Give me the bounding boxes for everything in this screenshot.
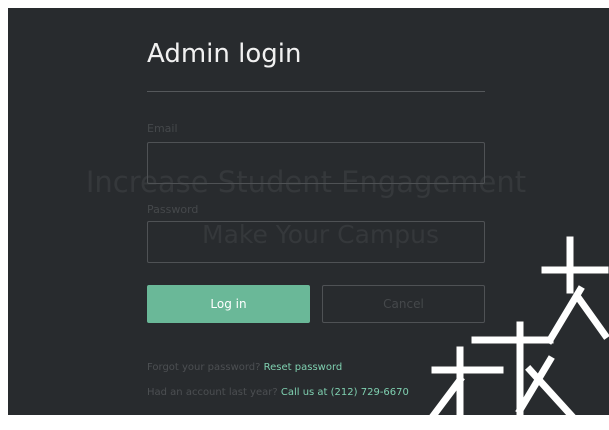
title-divider xyxy=(147,91,485,92)
email-label: Email xyxy=(147,122,178,135)
call-us-link[interactable]: Call us at (212) 729-6670 xyxy=(281,387,409,398)
reset-password-link[interactable]: Reset password xyxy=(264,362,343,373)
app-screen: Increase Student Engagement Make Your Ca… xyxy=(8,8,609,415)
forgot-password-text: Forgot your password? xyxy=(147,362,261,373)
account-help-text: Had an account last year? xyxy=(147,387,278,398)
login-button[interactable]: Log in xyxy=(147,285,310,323)
account-help-line: Had an account last year? Call us at (21… xyxy=(147,387,409,398)
password-label: Password xyxy=(147,203,199,216)
forgot-password-line: Forgot your password? Reset password xyxy=(147,362,342,373)
cancel-button[interactable]: Cancel xyxy=(322,285,485,323)
modal-title: Admin login xyxy=(147,39,302,69)
password-field[interactable] xyxy=(147,221,485,263)
email-field[interactable] xyxy=(147,142,485,184)
